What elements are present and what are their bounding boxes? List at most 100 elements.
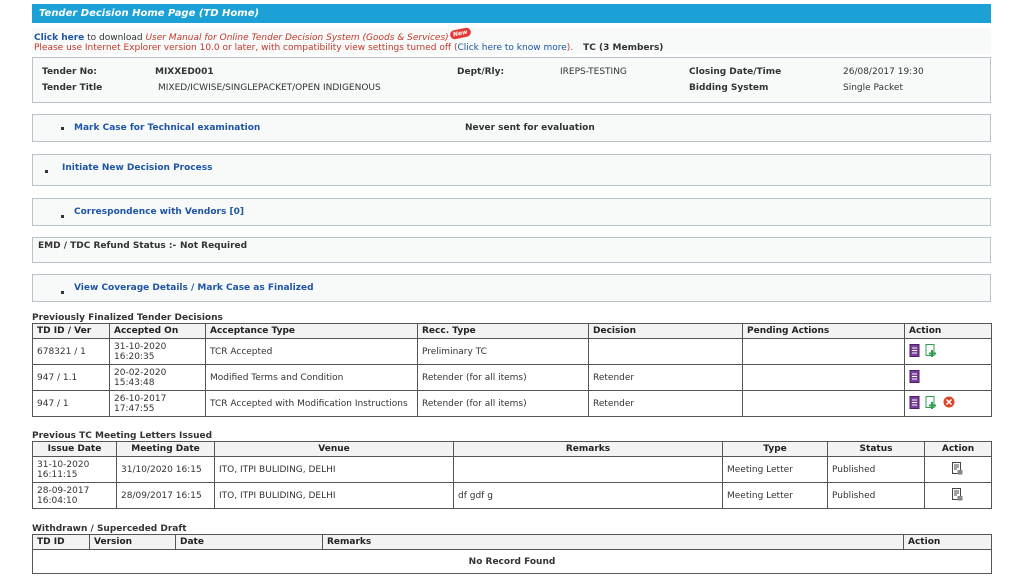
decision: Retender [588, 364, 743, 391]
finalized-title: Previously Finalized Tender Decisions [32, 313, 223, 323]
column-header: Date [175, 534, 323, 550]
bullet [61, 124, 72, 134]
add-document-icon[interactable] [925, 395, 938, 412]
emd-section: EMD / TDC Refund Status :- Not Required [32, 237, 991, 263]
column-header: Action [924, 441, 992, 457]
initiate-decision-link[interactable]: Initiate New Decision Process [62, 163, 212, 173]
column-header: Status [827, 441, 925, 457]
document-icon[interactable] [909, 369, 920, 386]
recc-type: Retender (for all items) [417, 364, 589, 391]
accepted-date: 26-10-2017 [114, 393, 167, 404]
issue-time: 16:11:15 [37, 469, 78, 480]
finalized-table: TD ID / Ver Accepted On Acceptance Type … [32, 323, 992, 417]
column-header: Remarks [453, 441, 723, 457]
type: Meeting Letter [722, 456, 828, 483]
column-header: TD ID [32, 534, 90, 550]
column-header: Action [904, 323, 992, 339]
type: Meeting Letter [722, 482, 828, 509]
td-id: 947 / 1 [32, 390, 110, 417]
ie-close: ). [566, 43, 574, 53]
column-header: Venue [214, 441, 454, 457]
accepted-time: 16:20:35 [114, 351, 155, 362]
document-icon[interactable] [909, 343, 920, 360]
mark-technical-link[interactable]: Mark Case for Technical examination [74, 123, 260, 133]
tc-members: TC (3 Members) [583, 43, 664, 53]
accepted-on: 26-10-2017 17:47:55 [109, 390, 206, 417]
acceptance-type: TCR Accepted [205, 338, 418, 365]
initiate-section: Initiate New Decision Process [32, 154, 991, 186]
table-row: 28-09-2017 16:04:10 28/09/2017 16:15 ITO,… [32, 482, 992, 509]
column-header: Remarks [322, 534, 904, 550]
column-header: Type [722, 441, 828, 457]
manual-title[interactable]: User Manual for Online Tender Decision S… [145, 33, 448, 43]
venue: ITO, ITPI BULIDING, DELHI [214, 456, 454, 483]
letter-icon[interactable] [951, 487, 963, 504]
download-manual-link[interactable]: Click here [34, 33, 84, 43]
meetings-header-row: Issue Date Meeting Date Venue Remarks Ty… [32, 441, 992, 457]
download-text: to download [84, 33, 146, 43]
correspondence-link[interactable]: Correspondence with Vendors [0] [74, 207, 244, 217]
emd-label: EMD / TDC Refund Status :- [38, 241, 177, 251]
issue-date: 31-10-2020 [37, 459, 90, 470]
table-row: No Record Found [32, 549, 992, 574]
action-cell [924, 482, 992, 509]
add-document-icon[interactable] [925, 343, 938, 360]
delete-icon[interactable] [943, 396, 955, 411]
meeting-date: 31/10/2020 16:15 [116, 456, 215, 483]
tender-no-value: MIXXED001 [155, 67, 214, 77]
withdrawn-header-row: TD ID Version Date Remarks Action [32, 534, 992, 550]
no-record-message: No Record Found [32, 549, 992, 574]
column-header: Pending Actions [742, 323, 905, 339]
ie-notice: Please use Internet Explorer version 10.… [34, 43, 663, 53]
td-id: 678321 / 1 [32, 338, 110, 365]
column-header: Decision [588, 323, 743, 339]
issue-time: 16:04:10 [37, 495, 78, 506]
recc-type: Retender (for all items) [417, 390, 589, 417]
remarks [453, 456, 723, 483]
column-header: Accepted On [109, 323, 206, 339]
meeting-date: 28/09/2017 16:15 [116, 482, 215, 509]
meetings-title: Previous TC Meeting Letters Issued [32, 431, 213, 441]
closing-value: 26/08/2017 19:30 [843, 67, 924, 77]
action-cell [904, 364, 992, 391]
finalized-header-row: TD ID / Ver Accepted On Acceptance Type … [32, 323, 992, 339]
know-more-link[interactable]: Click here to know more [457, 43, 566, 53]
document-icon[interactable] [909, 395, 920, 412]
bullet [61, 288, 72, 298]
decision: Retender [588, 390, 743, 417]
emd-value: Not Required [180, 241, 248, 251]
bullet [45, 167, 56, 177]
issue-date: 28-09-2017 [37, 485, 90, 496]
recc-type: Preliminary TC [417, 338, 589, 365]
remarks: df gdf g [453, 482, 723, 509]
technical-status: Never sent for evaluation [465, 123, 595, 133]
acceptance-type: TCR Accepted with Modification Instructi… [205, 390, 418, 417]
closing-label: Closing Date/Time [689, 67, 782, 77]
coverage-link[interactable]: View Coverage Details / Mark Case as Fin… [74, 283, 314, 293]
acceptance-type: Modified Terms and Condition [205, 364, 418, 391]
bidding-value: Single Packet [843, 83, 903, 93]
tender-title-label: Tender Title [42, 83, 103, 93]
tender-no-label: Tender No: [42, 67, 97, 77]
ie-text: Please use Internet Explorer version 10.… [34, 43, 458, 53]
column-header: Version [89, 534, 176, 550]
meetings-table: Issue Date Meeting Date Venue Remarks Ty… [32, 441, 992, 509]
accepted-on: 31-10-2020 16:20:35 [109, 338, 206, 365]
pending-actions [742, 364, 905, 391]
venue: ITO, ITPI BULIDING, DELHI [214, 482, 454, 509]
accepted-time: 15:43:48 [114, 377, 155, 388]
technical-section: Mark Case for Technical examination Neve… [32, 114, 991, 142]
accepted-date: 20-02-2020 [114, 367, 167, 378]
column-header: Issue Date [32, 441, 117, 457]
accepted-on: 20-02-2020 15:43:48 [109, 364, 206, 391]
tender-title-value: MIXED/ICWISE/SINGLEPACKET/OPEN INDIGENOU… [158, 83, 381, 93]
pending-actions [742, 390, 905, 417]
manual-notice: Click here to download User Manual for O… [34, 26, 472, 43]
td-id: 947 / 1.1 [32, 364, 110, 391]
action-cell [924, 456, 992, 483]
accepted-time: 17:47:55 [114, 403, 155, 414]
column-header: Recc. Type [417, 323, 589, 339]
column-header: TD ID / Ver [32, 323, 110, 339]
letter-icon[interactable] [951, 461, 963, 478]
bullet [61, 212, 72, 222]
